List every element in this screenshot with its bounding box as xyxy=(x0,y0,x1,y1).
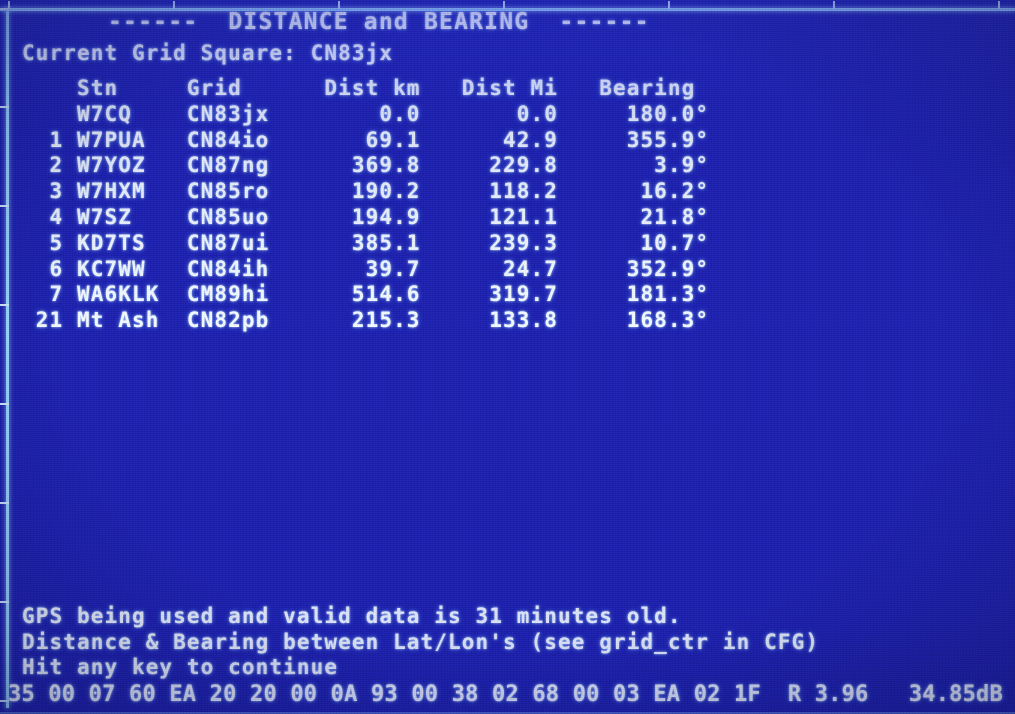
table-row: 6 KC7WW CN84ih 39.7 24.7 352.9° xyxy=(22,256,710,281)
table-row: 7 WA6KLK CM89hi 514.6 319.7 181.3° xyxy=(22,282,710,307)
current-grid-square: Current Grid Square: CN83jx xyxy=(22,41,394,65)
table-row: 3 W7HXM CN85ro 190.2 118.2 16.2° xyxy=(22,179,710,204)
distance-bearing-table: Stn Grid Dist km Dist Mi Bearing W7CQ CN… xyxy=(22,76,709,334)
telemetry-hex-footer: 35 00 07 60 EA 20 20 00 0A 93 00 38 02 6… xyxy=(8,682,1003,707)
continue-prompt[interactable]: Hit any key to continue xyxy=(22,655,819,681)
page-title: ------ DISTANCE and BEARING ------ xyxy=(108,9,650,35)
table-row: 1 W7PUA CN84io 69.1 42.9 355.9° xyxy=(22,127,710,152)
description-line: Distance & Bearing between Lat/Lon's (se… xyxy=(22,629,820,654)
table-row: 5 KD7TS CN87ui 385.1 239.3 10.7° xyxy=(22,230,710,255)
table-row: 2 W7YOZ CN87ng 369.8 229.8 3.9° xyxy=(22,153,710,178)
table-row: 21 Mt Ash CN82pb 215.3 133.8 168.3° xyxy=(22,308,710,333)
status-message-block: GPS being used and valid data is 31 minu… xyxy=(22,604,819,681)
table-row: 4 W7SZ CN85uo 194.9 121.1 21.8° xyxy=(22,204,710,229)
gps-status-line: GPS being used and valid data is 31 minu… xyxy=(22,604,682,628)
terminal-screen: ------ DISTANCE and BEARING ------ Curre… xyxy=(0,0,1015,714)
table-row: W7CQ CN83jx 0.0 0.0 180.0° xyxy=(22,101,710,126)
table-header-row: Stn Grid Dist km Dist Mi Bearing xyxy=(22,76,696,100)
